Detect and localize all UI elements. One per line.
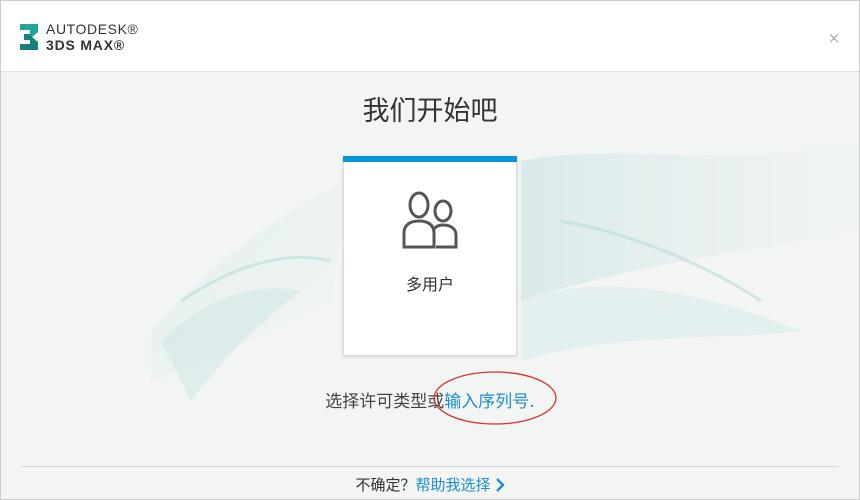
installer-window: AUTODESK® 3DS MAX® × 我们开始吧 多用户 选择许可类型或输入… [0,0,860,500]
license-period: . [529,392,535,412]
3dsmax-logo-icon [20,24,38,50]
multi-user-icon [402,191,458,249]
brand-text: AUTODESK® 3DS MAX® [46,21,138,53]
footer: 不确定？帮助我选择 [1,474,859,495]
card-label: 多用户 [405,275,454,294]
brand-product: 3DS MAX® [46,37,125,53]
enter-serial-number-link[interactable]: 输入序列号 [444,392,529,412]
footer-divider [21,466,839,467]
license-prompt-text: 选择许可类型或 [325,392,445,412]
license-type-prompt: 选择许可类型或输入序列号. [1,387,859,412]
chevron-right-icon[interactable] [495,478,505,492]
card-accent-bar [343,156,517,162]
close-button[interactable]: × [827,31,841,46]
header-bar: AUTODESK® 3DS MAX® × [1,1,859,72]
autodesk-3dsmax-logo: AUTODESK® 3DS MAX® [18,19,138,55]
brand-autodesk: AUTODESK® [46,21,139,37]
help-me-choose-link[interactable]: 帮助我选择 [416,476,491,494]
multi-user-license-card[interactable]: 多用户 [343,156,517,356]
page-title: 我们开始吧 [362,96,498,127]
footer-question: 不确定？ [355,476,416,494]
